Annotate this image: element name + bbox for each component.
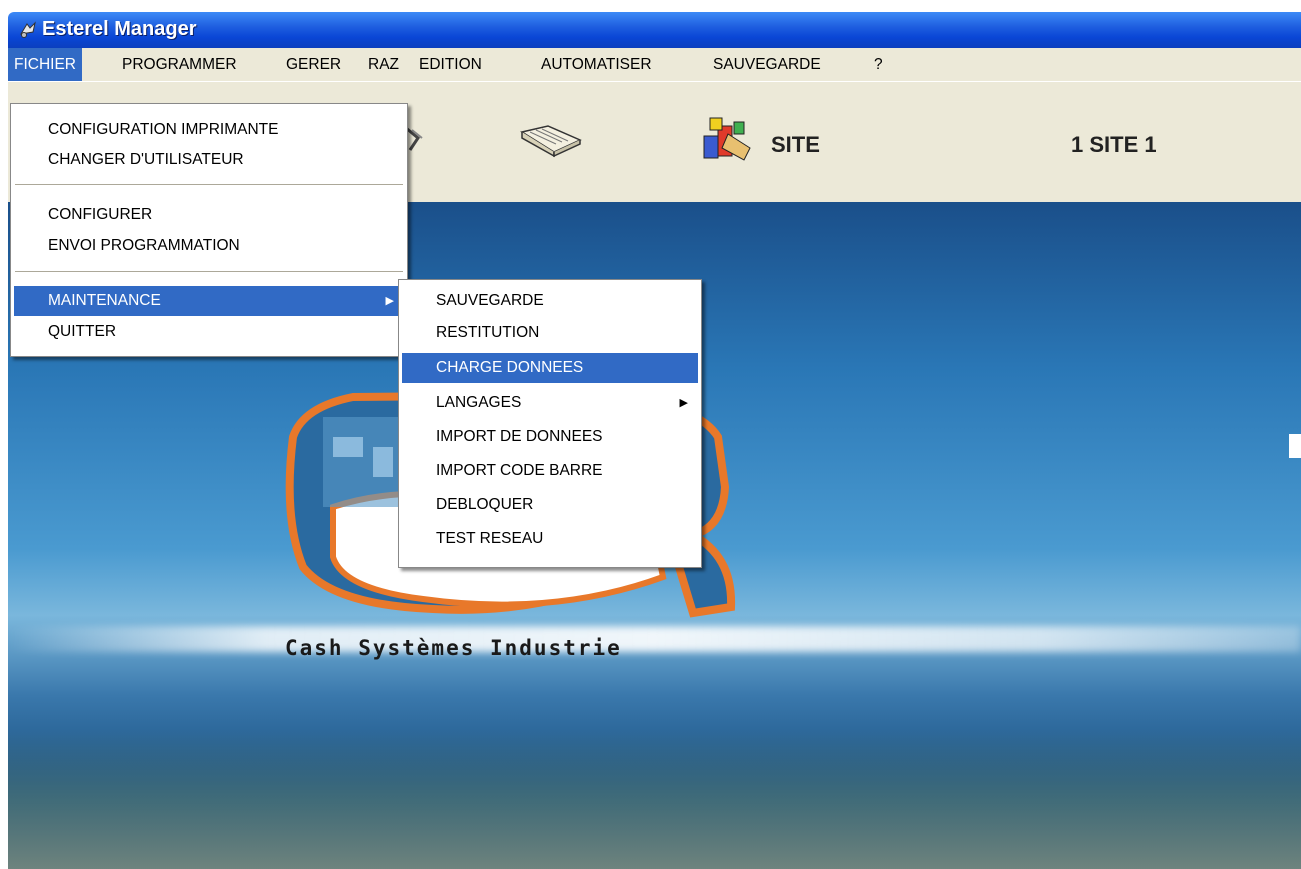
menu-programmer[interactable]: PROGRAMMER <box>116 48 243 81</box>
site-label: SITE <box>771 132 820 157</box>
site-value: 1 SITE 1 <box>1071 132 1157 157</box>
site-icon[interactable] <box>698 114 758 166</box>
menu-item-quitter[interactable]: QUITTER <box>14 317 404 347</box>
submenu-arrow-icon: ▶ <box>679 397 688 409</box>
menu-item-changer-utilisateur[interactable]: CHANGER D'UTILISATEUR <box>14 145 404 175</box>
submenu-arrow-icon: ▶ <box>385 295 394 307</box>
menu-item-configuration-imprimante[interactable]: CONFIGURATION IMPRIMANTE <box>14 115 404 145</box>
menu-item-import-code-barre[interactable]: IMPORT CODE BARRE <box>402 456 698 486</box>
coastline <box>8 729 1301 869</box>
menu-help[interactable]: ? <box>868 48 889 81</box>
app-icon <box>20 21 36 38</box>
menu-item-sauvegarde[interactable]: SAUVEGARDE <box>402 286 698 316</box>
maintenance-submenu: SAUVEGARDE RESTITUTION CHARGE DONNEES LA… <box>398 279 702 568</box>
cloud-band <box>8 626 1301 652</box>
logo-caption: Cash Systèmes Industrie <box>285 636 622 660</box>
menu-automatiser[interactable]: AUTOMATISER <box>535 48 658 81</box>
title-bar: Esterel Manager <box>8 12 1301 48</box>
menu-item-test-reseau[interactable]: TEST RESEAU <box>402 524 698 554</box>
menu-item-import-donnees[interactable]: IMPORT DE DONNEES <box>402 422 698 452</box>
menu-gerer[interactable]: GERER <box>280 48 347 81</box>
menu-item-envoi-programmation[interactable]: ENVOI PROGRAMMATION <box>14 231 404 261</box>
langages-label: LANGAGES <box>436 394 522 411</box>
menu-separator <box>15 271 403 272</box>
window-title: Esterel Manager <box>42 18 197 40</box>
menu-item-langages[interactable]: LANGAGES ▶ <box>402 388 698 418</box>
menu-sauvegarde[interactable]: SAUVEGARDE <box>707 48 827 81</box>
edge-glyph <box>1289 434 1301 458</box>
menu-item-configurer[interactable]: CONFIGURER <box>14 200 404 230</box>
menu-edition[interactable]: EDITION <box>413 48 488 81</box>
maintenance-label: MAINTENANCE <box>48 292 161 309</box>
menu-bar: FICHIER PROGRAMMER GERER RAZ EDITION AUT… <box>8 48 1301 81</box>
menu-separator <box>15 184 403 185</box>
menu-item-debloquer[interactable]: DEBLOQUER <box>402 490 698 520</box>
book-icon[interactable] <box>518 122 584 158</box>
menu-item-restitution[interactable]: RESTITUTION <box>402 318 698 348</box>
menu-item-maintenance[interactable]: MAINTENANCE ▶ <box>14 286 404 316</box>
menu-item-charge-donnees[interactable]: CHARGE DONNEES <box>402 353 698 383</box>
menu-fichier[interactable]: FICHIER <box>8 48 82 81</box>
menu-raz[interactable]: RAZ <box>362 48 405 81</box>
fichier-menu: CONFIGURATION IMPRIMANTE CHANGER D'UTILI… <box>10 103 408 357</box>
